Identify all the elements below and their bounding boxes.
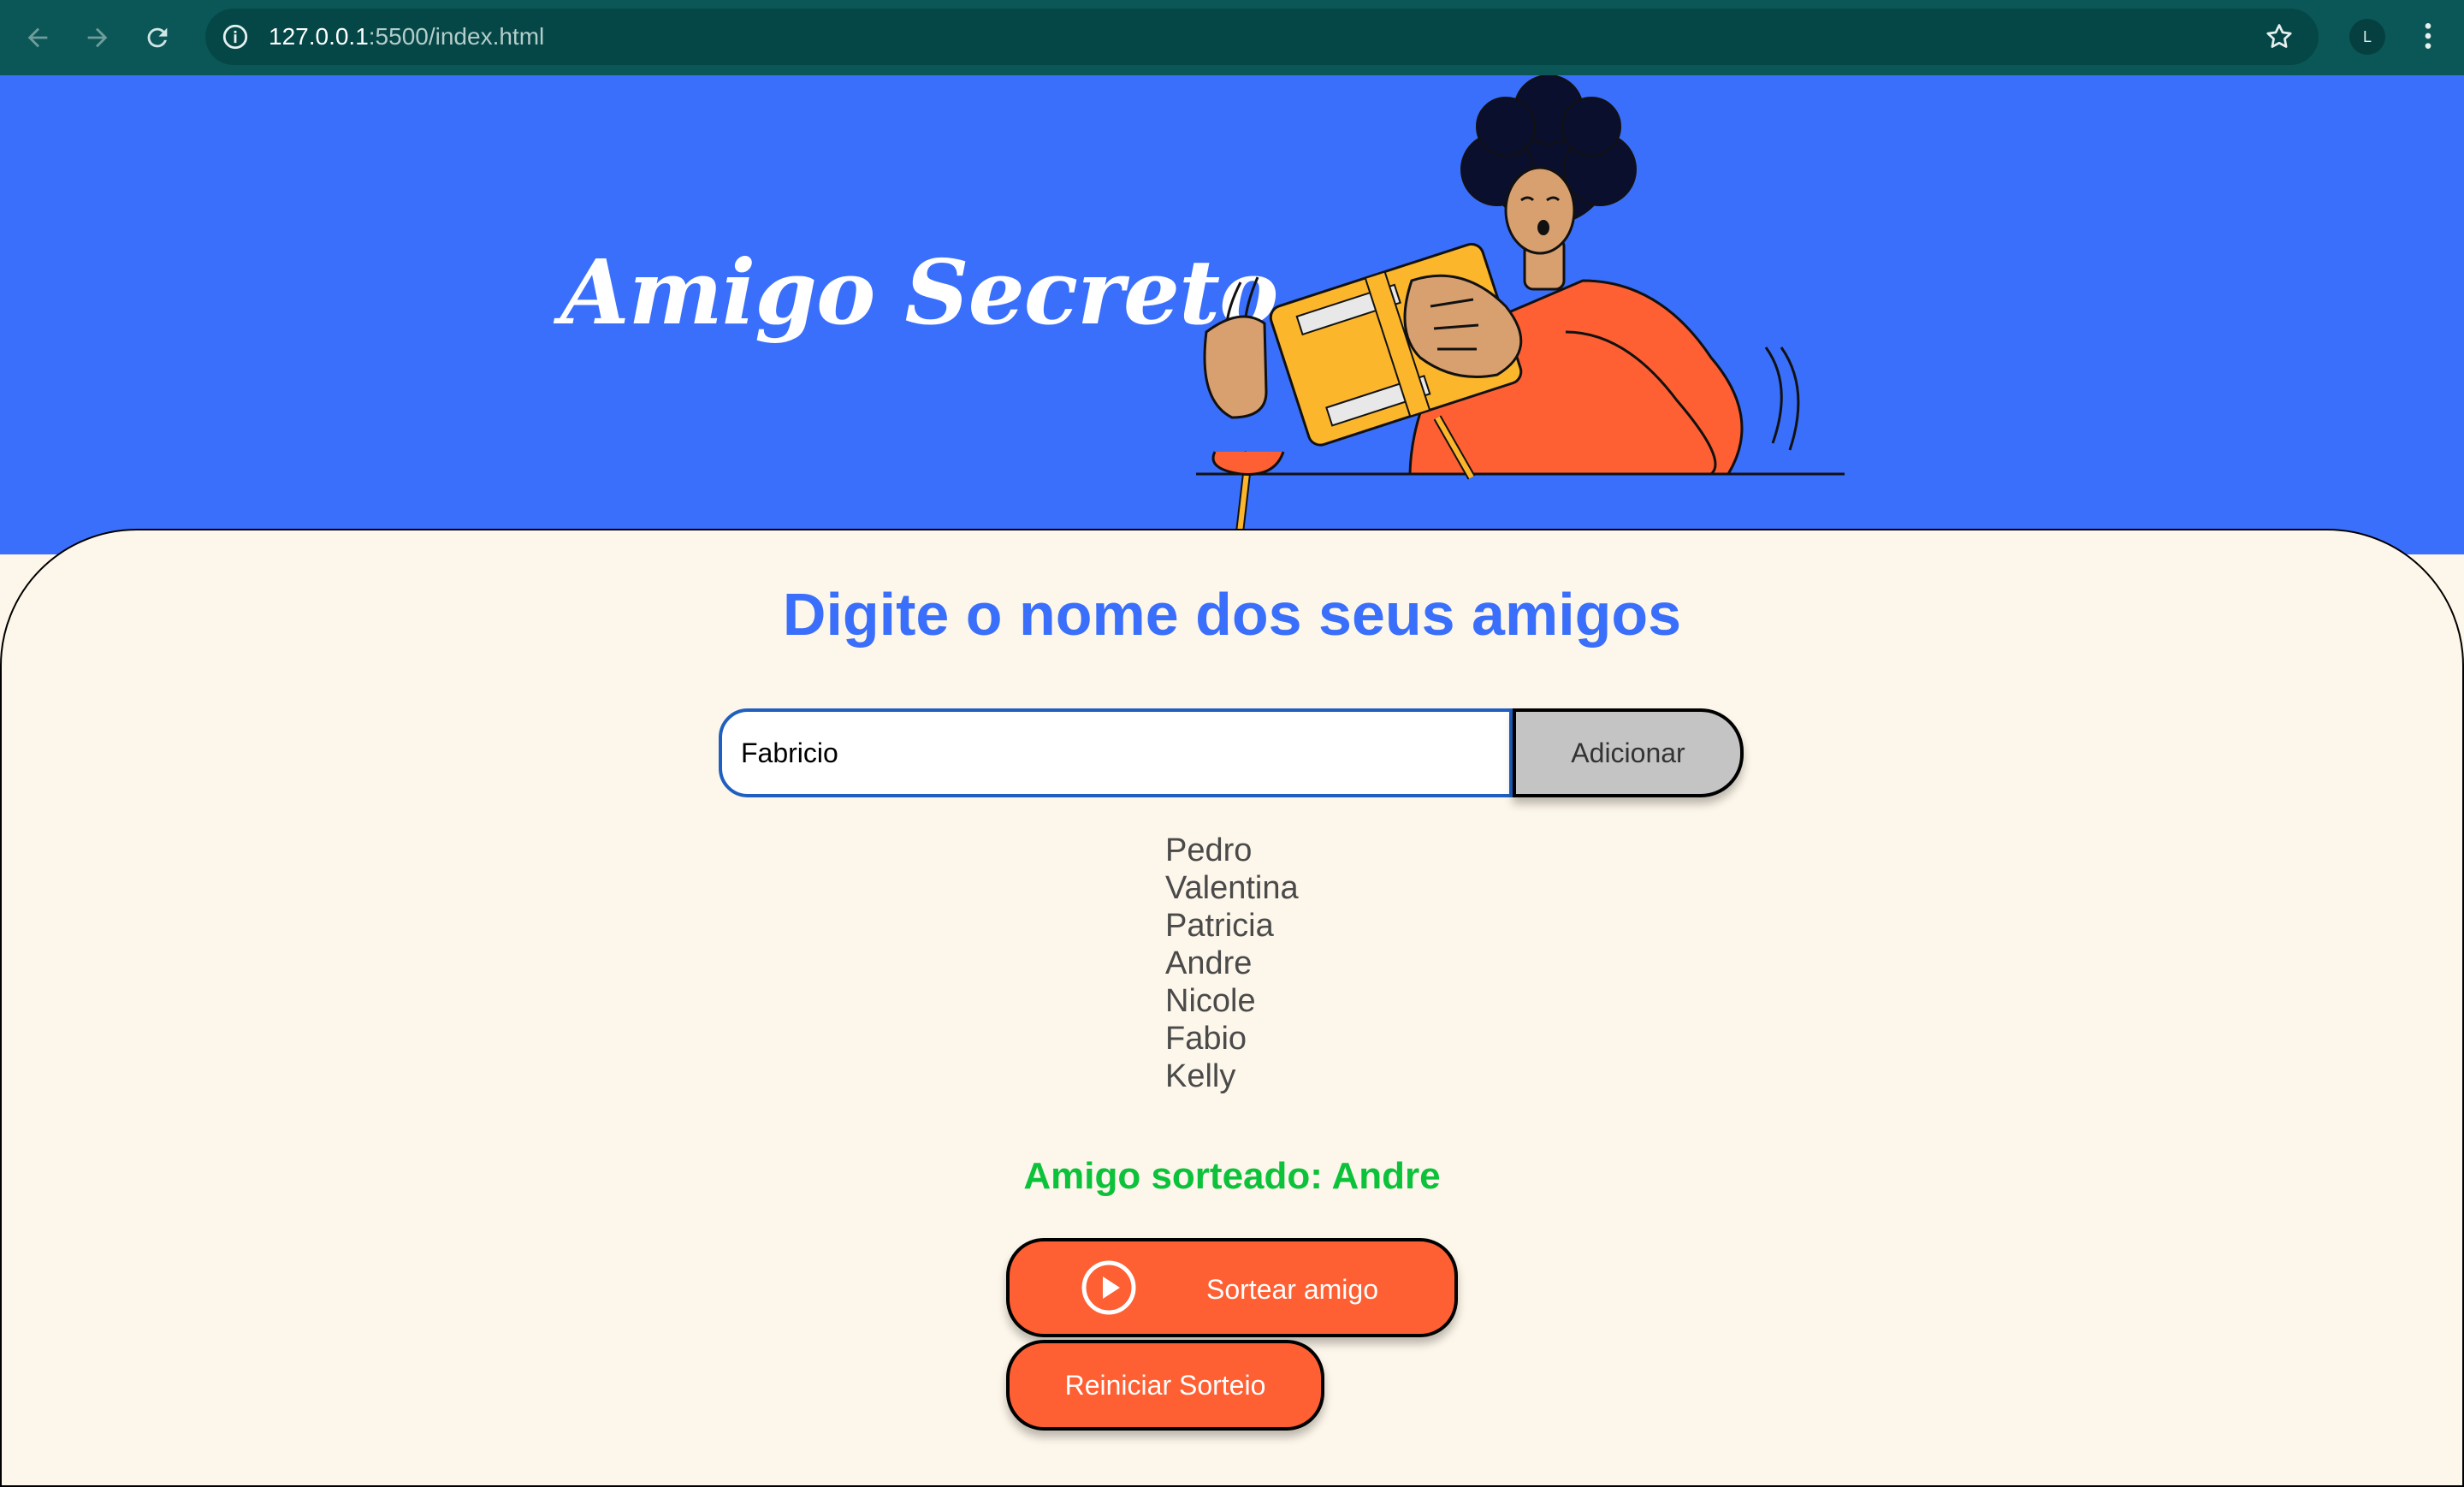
draw-result: Amigo sorteado: Andre [1023, 1155, 1441, 1197]
person-holding-gift-illustration [1196, 75, 1845, 554]
more-vert-icon[interactable] [2411, 19, 2445, 53]
profile-avatar[interactable]: L [2349, 19, 2385, 55]
list-item: Fabio [1165, 1021, 1247, 1057]
list-item: Pedro [1165, 832, 1253, 868]
friend-list: Pedro Valentina Patricia Andre Nicole Fa… [1165, 832, 1299, 1095]
friend-name-input[interactable] [719, 708, 1513, 797]
info-icon[interactable] [221, 22, 250, 51]
list-item: Patricia [1165, 908, 1274, 944]
add-button[interactable]: Adicionar [1513, 708, 1744, 797]
url-host: 127.0.0.1 [269, 23, 369, 50]
reload-button[interactable] [133, 14, 181, 62]
reset-button[interactable]: Reiniciar Sorteio [1006, 1340, 1324, 1431]
url-text: 127.0.0.1:5500/index.html [269, 23, 544, 50]
list-item: Valentina [1165, 870, 1299, 906]
play-circle-icon [1081, 1260, 1136, 1315]
draw-button-label: Sortear amigo [1206, 1274, 1378, 1305]
list-item: Nicole [1165, 983, 1256, 1019]
star-icon[interactable] [2264, 21, 2295, 52]
back-button[interactable] [14, 14, 62, 62]
list-item: Kelly [1165, 1058, 1236, 1094]
app-title: Amigo Secreto [560, 240, 1278, 345]
arrow-left-icon [27, 27, 48, 48]
forward-button[interactable] [74, 14, 121, 62]
header-banner: Amigo Secreto [0, 75, 2464, 554]
arrow-right-icon [87, 27, 108, 48]
reload-icon [147, 27, 168, 48]
draw-button[interactable]: Sortear amigo [1006, 1238, 1458, 1337]
address-bar[interactable]: 127.0.0.1:5500/index.html [205, 9, 2319, 65]
section-heading: Digite o nome dos seus amigos [782, 581, 1682, 648]
list-item: Andre [1165, 945, 1253, 981]
browser-toolbar: 127.0.0.1:5500/index.html L [0, 0, 2464, 75]
url-path: :5500/index.html [368, 23, 545, 50]
